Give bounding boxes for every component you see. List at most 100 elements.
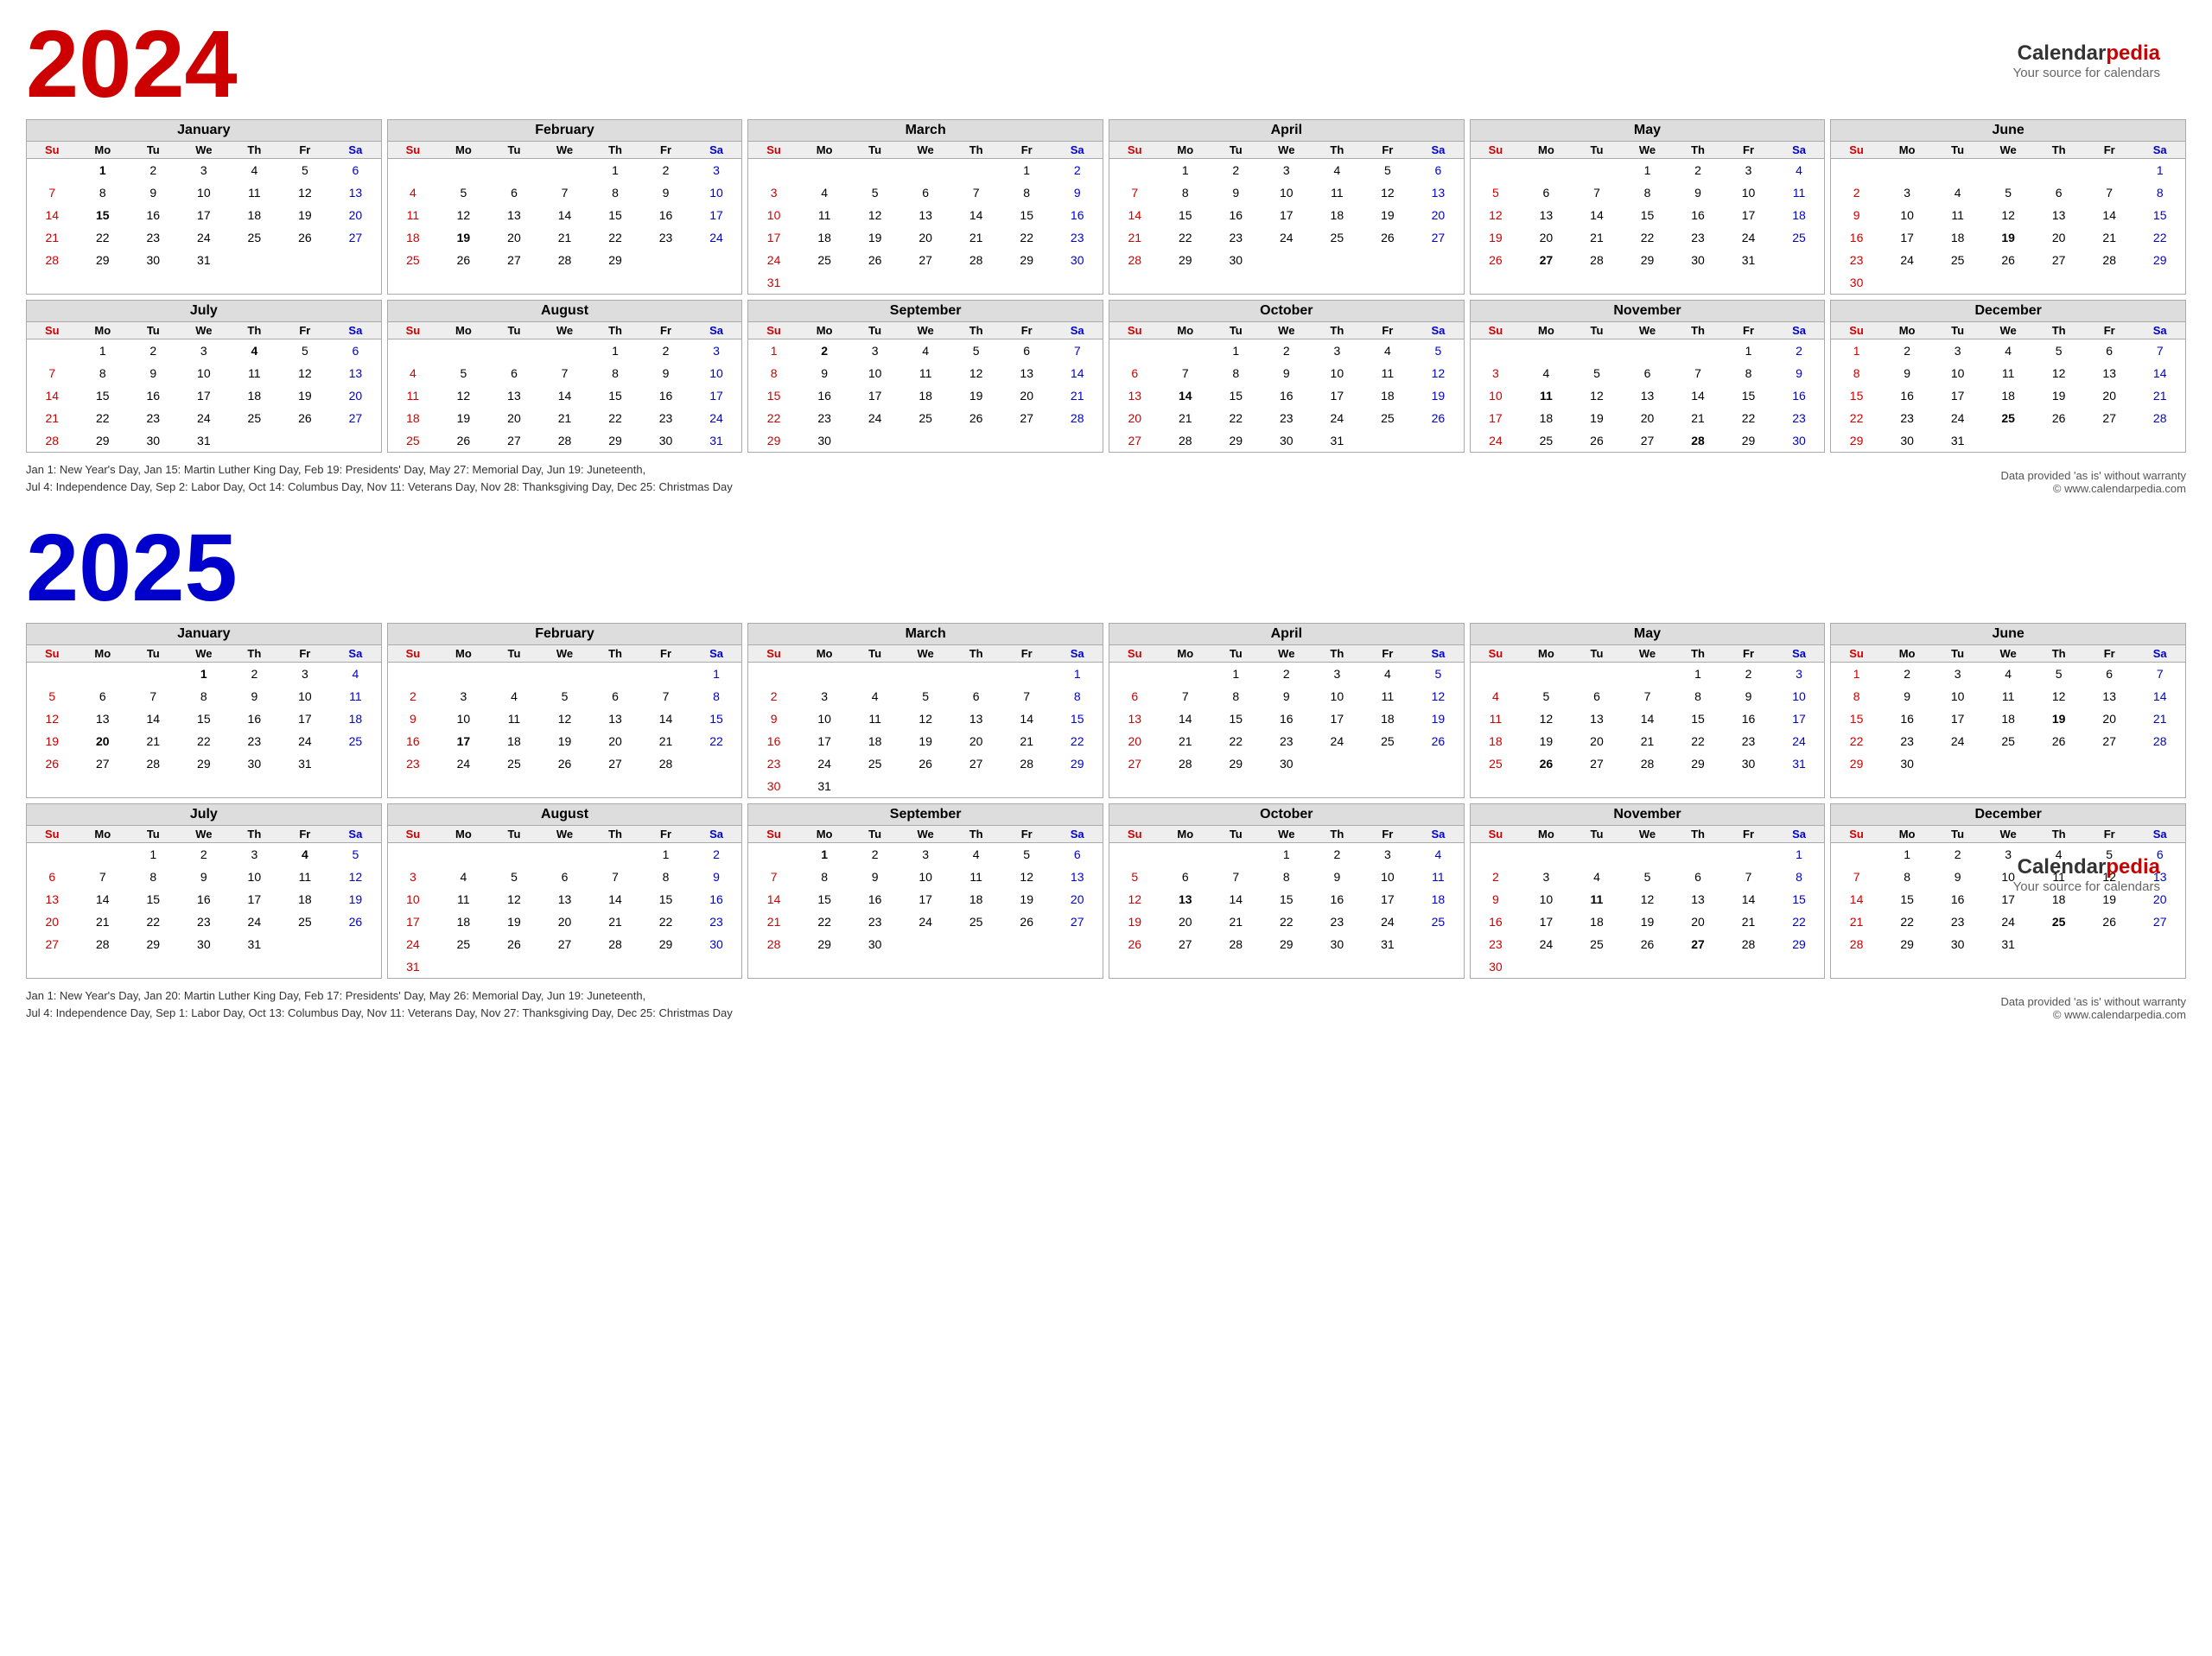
day-cell: 5 (1413, 339, 1464, 362)
day-cell: 23 (229, 730, 280, 752)
day-cell: 7 (2134, 663, 2185, 685)
dow-label: Mo (799, 645, 850, 662)
day-cell: 9 (128, 181, 179, 204)
day-cell: 8 (1160, 181, 1211, 204)
day-cell: 19 (2033, 707, 2084, 730)
day-cell: 7 (539, 362, 590, 384)
dow-label: Su (27, 322, 78, 339)
empty-cell (1622, 339, 1673, 362)
day-cell: 28 (1211, 933, 1262, 955)
day-cell: 15 (691, 707, 742, 730)
dow-label: We (1262, 826, 1313, 842)
day-cell: 31 (799, 775, 850, 797)
day-cell: 12 (1471, 204, 1522, 226)
empty-cell (1001, 933, 1052, 955)
day-cell: 14 (748, 888, 799, 910)
dow-label: We (1983, 322, 2034, 339)
day-cell: 12 (1413, 362, 1464, 384)
dow-label: Mo (438, 322, 489, 339)
day-cell: 21 (1109, 226, 1160, 249)
dow-label: Th (1673, 645, 1724, 662)
day-cell: 27 (1413, 226, 1464, 249)
dow-label: Mo (1882, 645, 1933, 662)
dow-label: We (900, 645, 951, 662)
dow-label: Sa (691, 142, 742, 158)
day-cell: 9 (1052, 181, 1103, 204)
day-cell: 11 (1413, 866, 1464, 888)
day-cell: 24 (179, 226, 230, 249)
dow-label: Fr (280, 826, 331, 842)
day-cell: 4 (229, 159, 280, 181)
day-cell: 3 (691, 339, 742, 362)
day-cell: 9 (1262, 362, 1313, 384)
day-cell: 18 (950, 888, 1001, 910)
day-cell: 27 (1052, 910, 1103, 933)
day-cell: 1 (1673, 663, 1724, 685)
day-cell: 19 (1413, 707, 1464, 730)
day-cell: 12 (489, 888, 540, 910)
day-cell: 29 (1882, 933, 1933, 955)
dow-label: Tu (1572, 645, 1623, 662)
day-cell: 27 (1109, 429, 1160, 452)
empty-cell (1001, 271, 1052, 294)
day-cell: 23 (799, 407, 850, 429)
day-cell: 1 (590, 159, 641, 181)
day-cell: 2 (1471, 866, 1522, 888)
day-cell: 24 (1312, 407, 1363, 429)
day-cell: 24 (438, 752, 489, 775)
empty-cell (1413, 933, 1464, 955)
empty-cell (950, 775, 1001, 797)
day-cell: 24 (900, 910, 951, 933)
empty-cell (2084, 933, 2135, 955)
day-cell: 27 (539, 933, 590, 955)
empty-cell (388, 663, 439, 685)
empty-cell (2084, 429, 2135, 452)
dow-label: Th (2033, 645, 2084, 662)
day-cell: 2 (388, 685, 439, 707)
dow-label: Mo (1160, 142, 1211, 158)
day-cell: 29 (748, 429, 799, 452)
dow-label: Tu (1211, 142, 1262, 158)
day-cell: 25 (388, 429, 439, 452)
day-cell: 1 (1723, 339, 1774, 362)
day-cell: 16 (1262, 707, 1313, 730)
empty-cell (900, 271, 951, 294)
day-cell: 15 (1622, 204, 1673, 226)
empty-cell (1983, 429, 2034, 452)
dow-label: Su (1109, 826, 1160, 842)
day-cell: 28 (1622, 752, 1673, 775)
day-cell: 18 (1413, 888, 1464, 910)
dow-label: We (1262, 645, 1313, 662)
day-cell: 11 (388, 204, 439, 226)
dow-label: Th (1673, 142, 1724, 158)
day-cell: 14 (1622, 707, 1673, 730)
day-cell: 29 (640, 933, 691, 955)
day-cell: 2 (1262, 663, 1313, 685)
month-november: NovemberSuMoTuWeThFrSa123456789101112131… (1470, 300, 1826, 453)
day-cell: 29 (2134, 249, 2185, 271)
day-cell: 31 (748, 271, 799, 294)
empty-cell (280, 429, 331, 452)
day-cell: 22 (1774, 910, 1825, 933)
month-may: MaySuMoTuWeThFrSa12345678910111213141516… (1470, 119, 1826, 295)
day-cell: 20 (950, 730, 1001, 752)
empty-cell (2033, 271, 2084, 294)
day-cell: 8 (1723, 362, 1774, 384)
day-cell: 25 (849, 752, 900, 775)
day-cell: 30 (1052, 249, 1103, 271)
month-header: October (1109, 301, 1464, 322)
empty-cell (1471, 159, 1522, 181)
day-cell: 13 (1160, 888, 1211, 910)
day-cell: 22 (1831, 730, 1882, 752)
month-header: July (27, 804, 381, 826)
empty-cell (799, 271, 850, 294)
day-cell: 14 (27, 384, 78, 407)
month-header: September (748, 301, 1103, 322)
month-header: October (1109, 804, 1464, 826)
empty-cell (438, 955, 489, 978)
dow-label: Tu (1211, 322, 1262, 339)
month-header: June (1831, 624, 2185, 645)
dow-label: Sa (2134, 645, 2185, 662)
day-cell: 19 (1471, 226, 1522, 249)
day-cell: 25 (1983, 407, 2034, 429)
